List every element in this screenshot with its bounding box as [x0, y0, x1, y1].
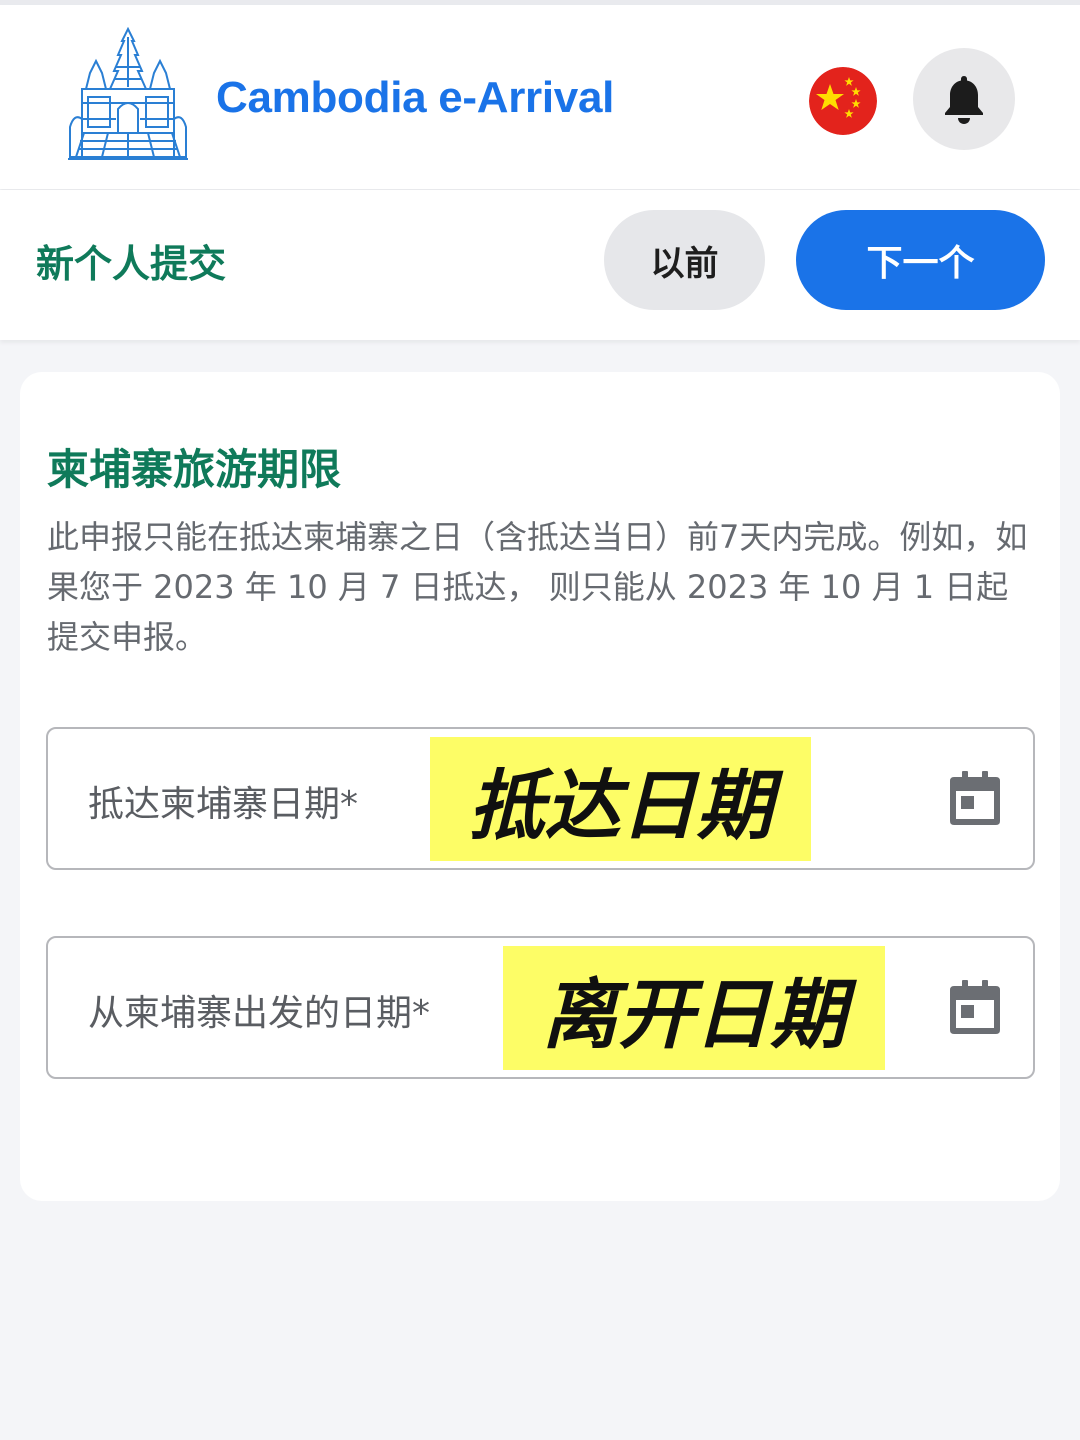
arrival-date-label: 抵达柬埔寨日期* — [88, 784, 359, 825]
card-title: 柬埔寨旅游期限 — [47, 445, 342, 494]
travel-period-card: 柬埔寨旅游期限 此申报只能在抵达柬埔寨之日（含抵达当日）前7天内完成。例如，如果… — [20, 372, 1060, 1201]
china-flag-icon[interactable] — [809, 67, 877, 135]
angkor-temple-logo-icon — [68, 26, 188, 163]
app-header: Cambodia e-Arrival — [0, 5, 1080, 189]
page: Cambodia e-Arrival 新个人提交 以前 下一个 柬埔寨旅游期限 — [0, 0, 1080, 1440]
previous-button[interactable]: 以前 — [604, 210, 765, 310]
arrival-date-field[interactable]: 抵达柬埔寨日期* 抵达日期 — [46, 727, 1035, 870]
calendar-icon[interactable] — [950, 980, 1000, 1034]
departure-annotation-text: 离开日期 — [542, 970, 846, 1059]
calendar-icon[interactable] — [950, 771, 1000, 825]
arrival-annotation: 抵达日期 — [430, 737, 811, 861]
card-description: 此申报只能在抵达柬埔寨之日（含抵达当日）前7天内完成。例如，如果您于 2023 … — [47, 518, 1028, 656]
departure-date-field[interactable]: 从柬埔寨出发的日期* 离开日期 — [46, 936, 1035, 1079]
section-label: 新个人提交 — [36, 242, 227, 286]
departure-annotation: 离开日期 — [503, 946, 885, 1070]
arrival-annotation-text: 抵达日期 — [468, 761, 773, 850]
app-title: Cambodia e-Arrival — [216, 73, 615, 122]
bell-icon — [945, 76, 983, 124]
notification-button[interactable] — [913, 48, 1015, 150]
next-button[interactable]: 下一个 — [796, 210, 1045, 310]
action-bar: 新个人提交 以前 下一个 — [0, 190, 1080, 340]
departure-date-label: 从柬埔寨出发的日期* — [88, 993, 431, 1034]
